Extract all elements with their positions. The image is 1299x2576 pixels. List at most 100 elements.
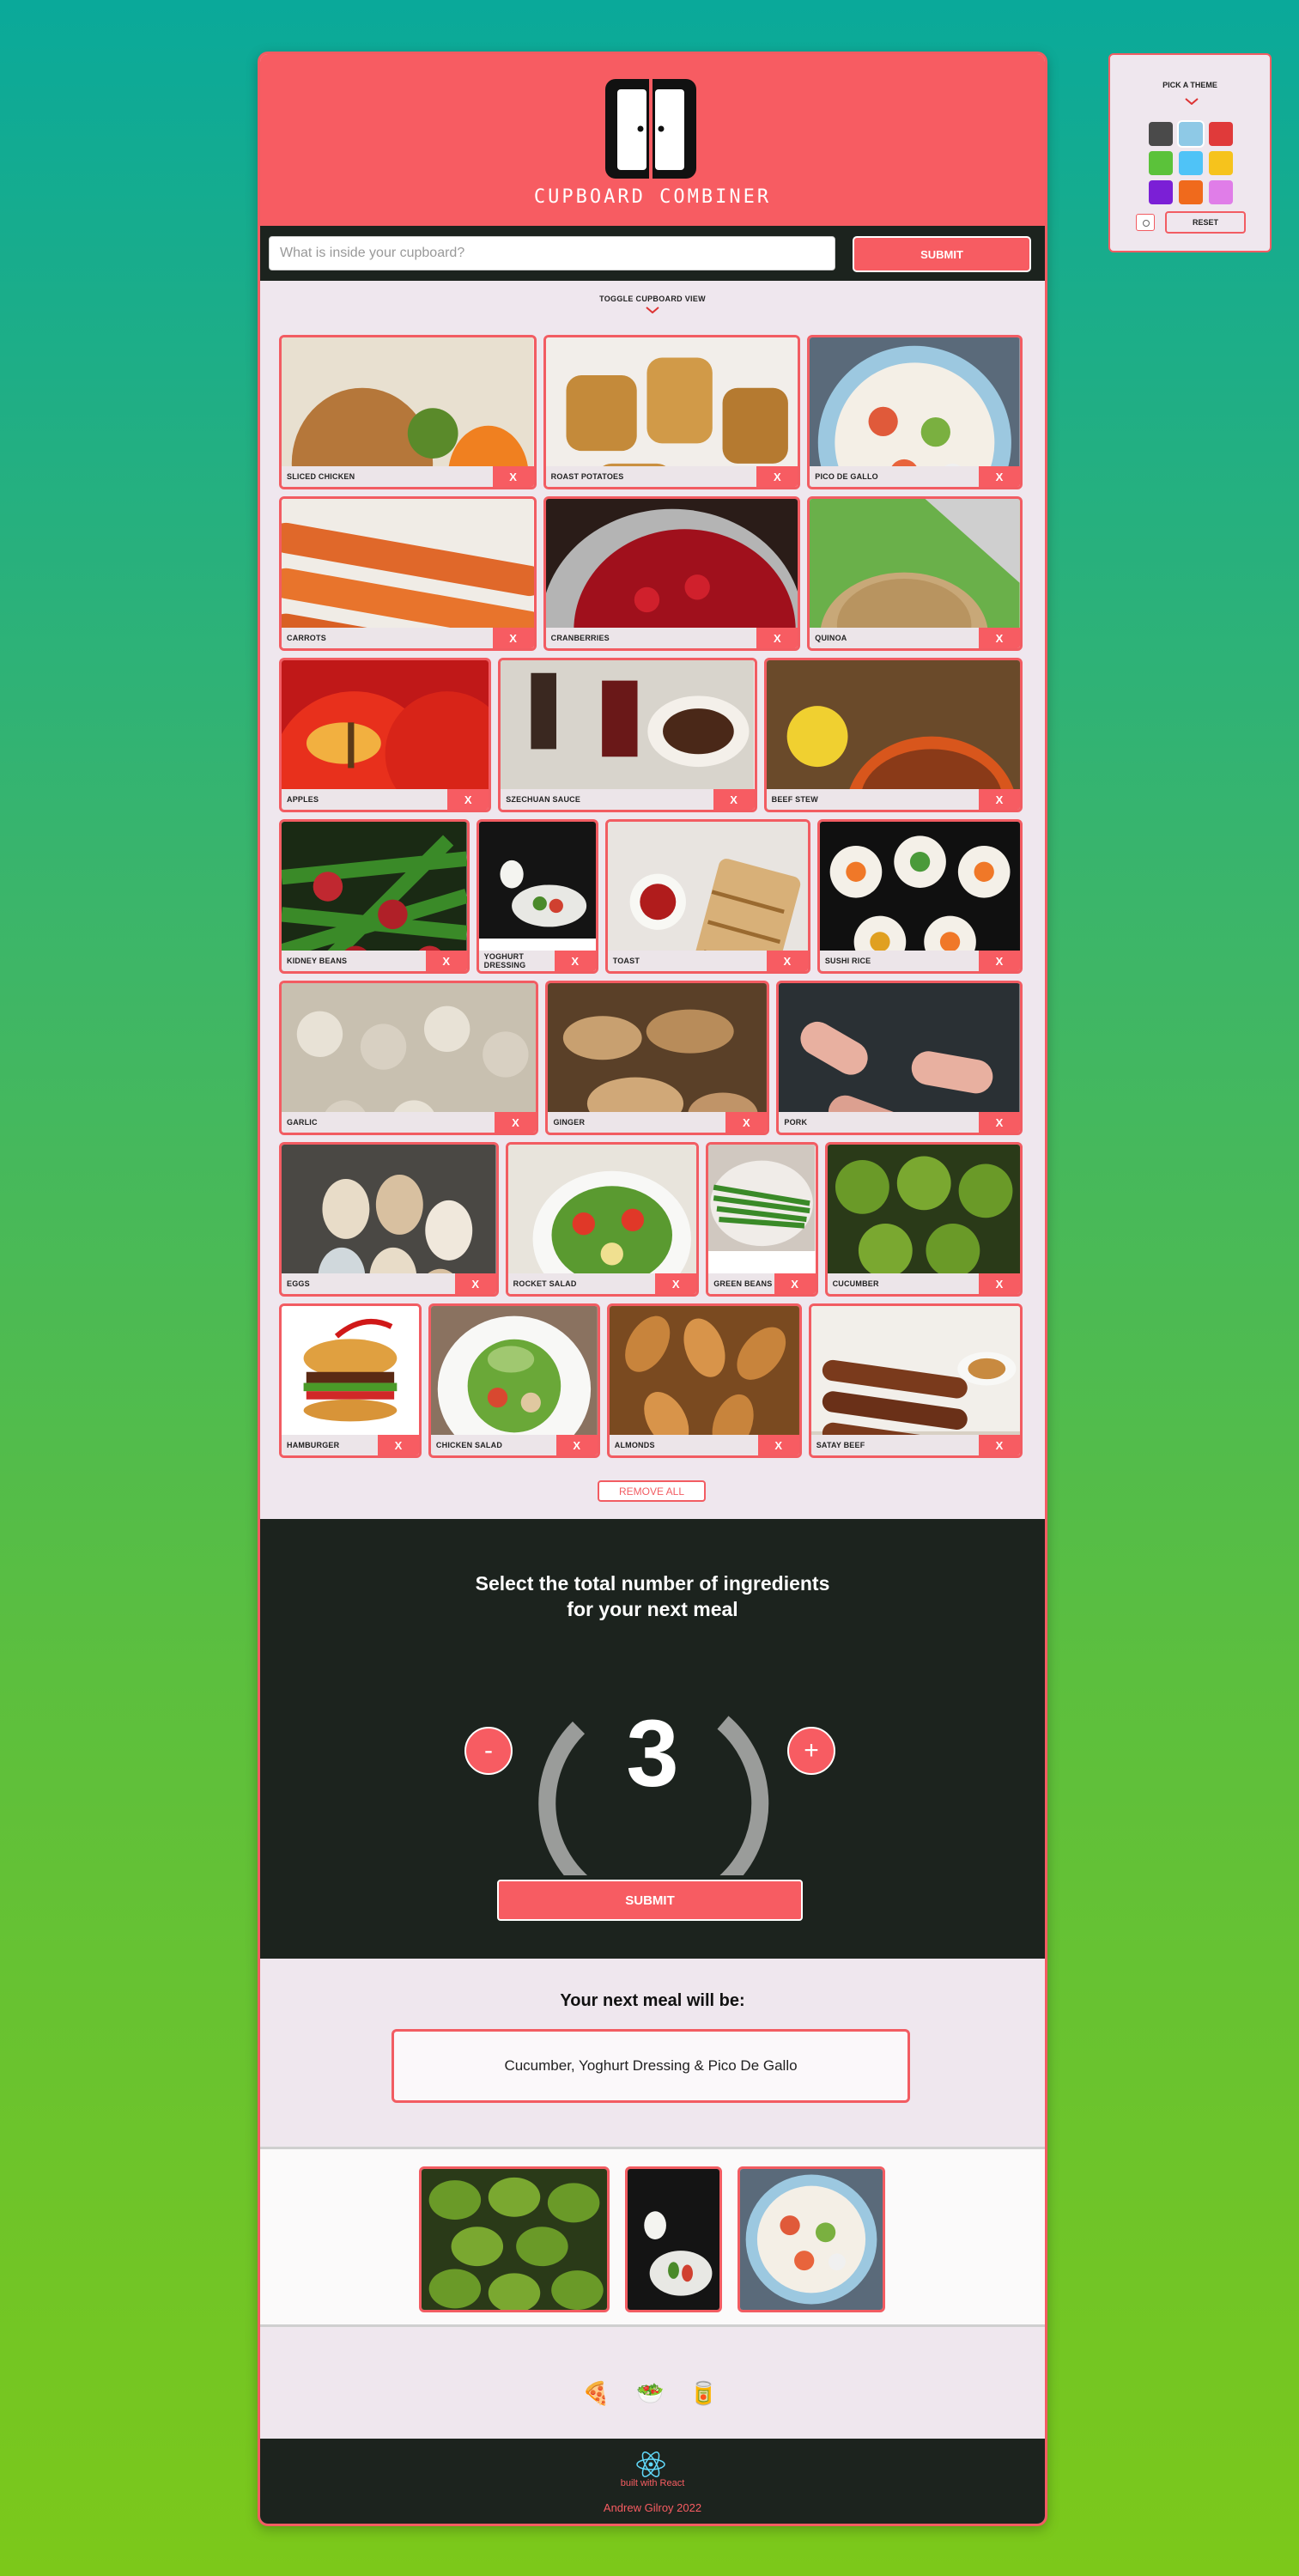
remove-ingredient-button[interactable]: X bbox=[492, 466, 534, 487]
remove-ingredient-button[interactable]: X bbox=[766, 951, 808, 971]
toggle-cupboard-view[interactable]: TOGGLE CUPBOARD VIEW bbox=[260, 281, 1045, 313]
ingredient-label: TOAST bbox=[612, 957, 640, 965]
remove-ingredient-button[interactable]: X bbox=[756, 628, 798, 648]
remove-ingredient-button[interactable]: X bbox=[454, 1273, 496, 1294]
theme-picker: PICK A THEME RESET bbox=[1108, 53, 1272, 252]
counter-submit-button[interactable]: SUBMIT bbox=[497, 1880, 803, 1921]
ingredient-count: 3 bbox=[626, 1701, 679, 1807]
header: CUPBOARD COMBINER bbox=[260, 54, 1045, 226]
built-with-text: built with React bbox=[620, 2478, 685, 2488]
search-submit-button[interactable]: SUBMIT bbox=[853, 236, 1031, 272]
remove-ingredient-button[interactable]: X bbox=[554, 951, 596, 971]
ingredient-label: PORK bbox=[784, 1118, 808, 1127]
ingredient-label: SUSHI RICE bbox=[824, 957, 871, 965]
ingredient-label: ROCKET SALAD bbox=[513, 1279, 577, 1288]
remove-ingredient-button[interactable]: X bbox=[447, 789, 489, 810]
remove-ingredient-button[interactable]: X bbox=[377, 1435, 419, 1455]
ingredient-label: GARLIC bbox=[287, 1118, 318, 1127]
chevron-down-icon bbox=[646, 307, 659, 313]
meal-result: Cucumber, Yoghurt Dressing & Pico De Gal… bbox=[392, 2029, 910, 2103]
ingredient-label: APPLES bbox=[287, 795, 319, 804]
ingredient-label: CRANBERRIES bbox=[550, 634, 610, 642]
search-input[interactable] bbox=[269, 236, 835, 270]
ingredient-card: QUINOA X bbox=[807, 496, 1023, 651]
ingredient-card: CARROTS X bbox=[279, 496, 537, 651]
cupboard-row: CARROTS X CRANBERRIES X QUINOA X bbox=[279, 496, 1023, 651]
remove-ingredient-button[interactable]: X bbox=[655, 1273, 697, 1294]
theme-picker-title: PICK A THEME bbox=[1162, 81, 1217, 89]
remove-ingredient-button[interactable]: X bbox=[979, 1435, 1020, 1455]
result-section: Your next meal will be: Cucumber, Yoghur… bbox=[260, 1959, 1045, 2147]
ingredient-card: ROAST POTATOES X bbox=[543, 335, 801, 489]
ingredient-card: BEEF STEW X bbox=[763, 658, 1023, 812]
cupboard-row: APPLES X SZECHUAN SAUCE X BEEF STEW X bbox=[279, 658, 1023, 812]
ingredient-card: GINGER X bbox=[545, 981, 770, 1135]
ingredient-card: PORK X bbox=[776, 981, 1023, 1135]
search-bar: SUBMIT bbox=[260, 226, 1045, 281]
remove-ingredient-button[interactable]: X bbox=[979, 789, 1021, 810]
ingredient-card: CRANBERRIES X bbox=[543, 496, 801, 651]
counter-title-line2: for your next meal bbox=[567, 1598, 738, 1620]
result-heading: Your next meal will be: bbox=[560, 1991, 745, 2010]
ingredient-card: HAMBURGER X bbox=[279, 1303, 422, 1458]
yoghurt-dressing-photo bbox=[628, 2169, 719, 2310]
theme-swatch[interactable] bbox=[1149, 122, 1173, 146]
remove-ingredient-button[interactable]: X bbox=[774, 1273, 816, 1294]
remove-ingredient-button[interactable]: X bbox=[756, 466, 798, 487]
ingredient-label: QUINOA bbox=[815, 634, 847, 642]
ingredient-label: HAMBURGER bbox=[287, 1441, 340, 1449]
ingredient-label: EGGS bbox=[287, 1279, 310, 1288]
ingredient-card: TOAST X bbox=[604, 819, 810, 974]
pizza-icon: 🍕 bbox=[582, 2380, 610, 2406]
ingredient-photo bbox=[708, 1145, 816, 1252]
theme-swatch[interactable] bbox=[1179, 122, 1203, 146]
remove-ingredient-button[interactable]: X bbox=[555, 1435, 598, 1455]
ingredient-counter-section: Select the total number of ingredients f… bbox=[260, 1519, 1045, 1959]
remove-ingredient-button[interactable]: X bbox=[495, 1112, 537, 1133]
remove-ingredient-button[interactable]: X bbox=[978, 466, 1020, 487]
remove-ingredient-button[interactable]: X bbox=[978, 628, 1020, 648]
ingredient-card: GARLIC X bbox=[279, 981, 539, 1135]
theme-swatch[interactable] bbox=[1209, 122, 1233, 146]
ingredient-card: SUSHI RICE X bbox=[816, 819, 1023, 974]
ingredient-label: BEEF STEW bbox=[771, 795, 818, 804]
ingredient-label: SZECHUAN SAUCE bbox=[506, 795, 581, 804]
ingredient-label: CARROTS bbox=[287, 634, 326, 642]
remove-ingredient-button[interactable]: X bbox=[492, 628, 534, 648]
theme-swatch[interactable] bbox=[1209, 151, 1233, 175]
pico-de-gallo-photo bbox=[740, 2169, 883, 2310]
theme-swatch[interactable] bbox=[1179, 180, 1203, 204]
canned-food-icon: 🥫 bbox=[689, 2380, 718, 2406]
cupboard-row: KIDNEY BEANS X YOGHURT DRESSING X TOAST X S… bbox=[279, 819, 1023, 974]
cupboard-row: EGGS X ROCKET SALAD X GREEN BEANS X CUCUMBE… bbox=[279, 1142, 1023, 1297]
cupboard-row: HAMBURGER X CHICKEN SALAD X ALMONDS X SATAY… bbox=[279, 1303, 1023, 1458]
remove-ingredient-button[interactable]: X bbox=[979, 1273, 1020, 1294]
cupboard-grid: SLICED CHICKEN X ROAST POTATOES X PICO DE … bbox=[279, 335, 1023, 1465]
ingredient-card: PICO DE GALLO X bbox=[807, 335, 1023, 489]
increment-button[interactable]: + bbox=[787, 1727, 835, 1775]
ingredient-card: SZECHUAN SAUCE X bbox=[498, 658, 757, 812]
ingredient-label: YOGHURT DRESSING bbox=[483, 952, 526, 969]
theme-radio[interactable] bbox=[1136, 214, 1155, 231]
counter-title: Select the total number of ingredients f… bbox=[260, 1571, 1045, 1622]
brand-name: CUPBOARD COMBINER bbox=[533, 186, 772, 208]
ingredient-label: CHICKEN SALAD bbox=[435, 1441, 503, 1449]
theme-swatch[interactable] bbox=[1149, 151, 1173, 175]
salad-icon: 🥗 bbox=[636, 2380, 665, 2406]
remove-ingredient-button[interactable]: X bbox=[979, 951, 1020, 971]
ingredient-card: ROCKET SALAD X bbox=[505, 1142, 700, 1297]
theme-reset-button[interactable]: RESET bbox=[1165, 211, 1246, 234]
ingredient-card: ALMONDS X bbox=[606, 1303, 802, 1458]
theme-swatch[interactable] bbox=[1209, 180, 1233, 204]
remove-all-button[interactable]: REMOVE ALL bbox=[598, 1480, 706, 1502]
remove-ingredient-button[interactable]: X bbox=[425, 951, 467, 971]
ingredient-label: KIDNEY BEANS bbox=[287, 957, 348, 965]
theme-swatch[interactable] bbox=[1179, 151, 1203, 175]
remove-ingredient-button[interactable]: X bbox=[979, 1112, 1020, 1133]
theme-swatch[interactable] bbox=[1149, 180, 1173, 204]
remove-ingredient-button[interactable]: X bbox=[713, 789, 755, 810]
remove-ingredient-button[interactable]: X bbox=[725, 1112, 768, 1133]
chevron-down-icon[interactable] bbox=[1185, 98, 1199, 105]
result-photo bbox=[419, 2166, 610, 2312]
remove-ingredient-button[interactable]: X bbox=[757, 1435, 799, 1455]
